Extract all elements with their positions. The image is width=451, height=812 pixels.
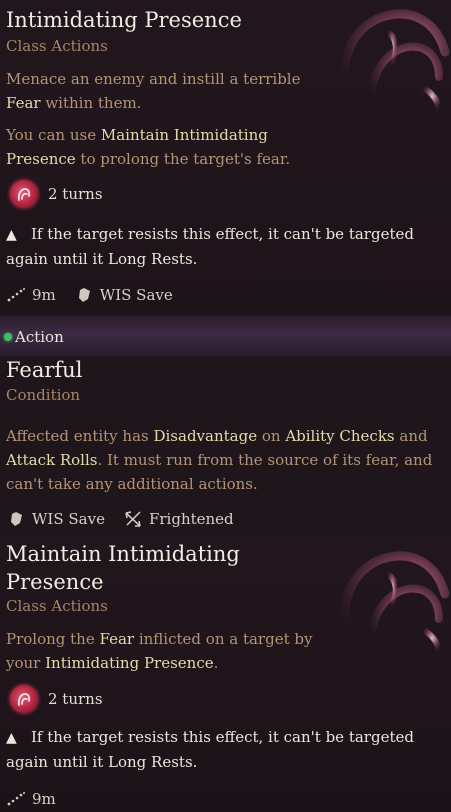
action-resource-icon bbox=[4, 333, 12, 341]
warning-icon: ▲ bbox=[6, 227, 17, 243]
maintain-link-cont[interactable]: Presence bbox=[6, 150, 76, 168]
condition-title: Fearful bbox=[6, 358, 83, 382]
maintain-link[interactable]: Maintain Intimidating bbox=[101, 126, 268, 144]
description-text: your bbox=[6, 654, 46, 672]
usage-text: You can use bbox=[6, 126, 101, 144]
description-text: within them. bbox=[40, 94, 142, 112]
fear-link[interactable]: Fear bbox=[6, 94, 41, 112]
warning-text: If the target resists this effect, it ca… bbox=[31, 225, 414, 243]
warning-note: ▲ If the target resists this effect, it c… bbox=[6, 725, 446, 774]
duration-text: 2 turns bbox=[48, 690, 103, 708]
range-value: 9m bbox=[32, 286, 56, 304]
range-value: 9m bbox=[32, 790, 56, 808]
ability-checks-link[interactable]: Ability Checks bbox=[285, 427, 394, 445]
condition-text: Affected entity has bbox=[6, 427, 154, 445]
spell-title-line: Maintain Intimidating bbox=[6, 542, 240, 566]
condition-description: Affected entity has Disadvantage on Abil… bbox=[6, 424, 432, 496]
fear-link[interactable]: Fear bbox=[100, 630, 135, 648]
spell-footer: 9m WIS Save bbox=[6, 286, 173, 304]
spell-tooltip-maintain-intimidating-presence: Maintain Intimidating Presence Class Act… bbox=[0, 534, 451, 812]
spell-category: Class Actions bbox=[6, 37, 108, 55]
condition-text: on bbox=[257, 427, 286, 445]
action-cost-label: Action bbox=[15, 328, 64, 346]
spell-usage-note: You can use Maintain Intimidating Presen… bbox=[6, 123, 290, 171]
action-cost: Action bbox=[4, 328, 64, 346]
warning-note: ▲ If the target resists this effect, it c… bbox=[6, 222, 446, 271]
condition-category: Condition bbox=[6, 386, 81, 404]
shield-icon bbox=[74, 286, 94, 304]
duration-row: 2 turns bbox=[10, 180, 103, 208]
spell-title-line: Presence bbox=[6, 570, 104, 594]
condition-text: . It must run from the source of its fea… bbox=[97, 451, 433, 469]
condition-tooltip-fearful: Fearful Condition Affected entity has Di… bbox=[0, 356, 451, 534]
intimidating-presence-link[interactable]: Intimidating Presence bbox=[45, 654, 214, 672]
fear-hand-icon bbox=[10, 180, 38, 208]
range-icon bbox=[6, 286, 26, 304]
shield-icon bbox=[6, 510, 26, 528]
description-text: Prolong the bbox=[6, 630, 100, 648]
fear-hand-emblem-icon bbox=[339, 9, 450, 112]
description-text: Menace an enemy and instill a terrible bbox=[6, 70, 301, 88]
description-text: inflicted on a target by bbox=[134, 630, 313, 648]
spell-description: Menace an enemy and instill a terrible F… bbox=[6, 67, 301, 115]
range-icon bbox=[6, 790, 26, 808]
warning-text: If the target resists this effect, it ca… bbox=[31, 728, 414, 746]
fear-hand-emblem-icon bbox=[339, 551, 450, 654]
spell-title: Maintain Intimidating Presence bbox=[6, 540, 240, 596]
spell-title: Intimidating Presence bbox=[6, 8, 242, 32]
save-type: WIS Save bbox=[99, 286, 173, 304]
warning-text: again until it Long Rests. bbox=[6, 753, 198, 771]
condition-footer: WIS Save Frightened bbox=[6, 510, 234, 528]
warning-icon: ▲ bbox=[6, 730, 17, 746]
frightened-icon bbox=[123, 510, 143, 528]
spell-footer: 9m bbox=[6, 790, 56, 808]
disadvantage-link[interactable]: Disadvantage bbox=[153, 427, 257, 445]
spell-tooltip-intimidating-presence: Intimidating Presence Class Actions Mena… bbox=[0, 0, 451, 316]
condition-text: and bbox=[394, 427, 428, 445]
duration-text: 2 turns bbox=[48, 185, 103, 203]
usage-text: to prolong the target's fear. bbox=[75, 150, 291, 168]
action-cost-bar bbox=[0, 316, 451, 356]
duration-row: 2 turns bbox=[10, 685, 103, 713]
spell-description: Prolong the Fear inflicted on a target b… bbox=[6, 627, 312, 675]
warning-text: again until it Long Rests. bbox=[6, 250, 198, 268]
condition-text: can't take any additional actions. bbox=[6, 475, 258, 493]
spell-category: Class Actions bbox=[6, 597, 108, 615]
fear-hand-icon bbox=[10, 685, 38, 713]
save-type: WIS Save bbox=[32, 510, 105, 528]
description-text: . bbox=[213, 654, 219, 672]
status-name: Frightened bbox=[148, 510, 234, 528]
attack-rolls-link[interactable]: Attack Rolls bbox=[6, 451, 97, 469]
